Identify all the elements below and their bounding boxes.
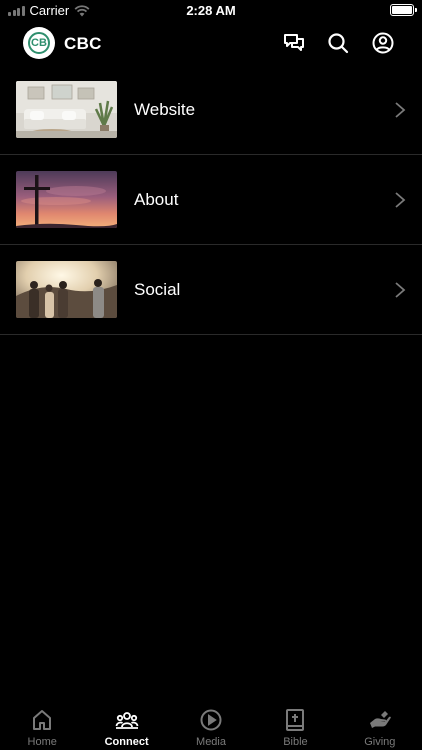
tab-label: Connect	[104, 736, 149, 748]
battery-icon	[390, 4, 417, 16]
list-item-label: About	[134, 190, 179, 209]
bible-icon	[286, 709, 305, 731]
search-button[interactable]	[326, 31, 350, 55]
logo-letters: CB	[28, 32, 50, 54]
tab-label: Media	[196, 736, 226, 748]
tab-giving[interactable]: Giving	[338, 700, 422, 750]
connect-list: Website About Social	[0, 65, 422, 335]
status-time: 2:28 AM	[186, 3, 236, 18]
church-logo[interactable]: CB	[23, 27, 55, 59]
app-header: CB CBC	[0, 26, 422, 62]
people-icon	[115, 712, 139, 729]
home-icon	[33, 710, 52, 730]
giving-hand-icon	[369, 711, 391, 728]
tab-home[interactable]: Home	[0, 700, 84, 750]
play-icon	[200, 709, 222, 731]
list-item-about[interactable]: About	[0, 155, 422, 245]
tab-bar: Home Connect Media Bible Giving	[0, 700, 422, 750]
cross-sunset-photo	[16, 171, 117, 228]
list-item-label: Social	[134, 280, 181, 299]
tab-media[interactable]: Media	[169, 700, 253, 750]
living-room-photo	[16, 81, 117, 138]
search-icon	[328, 33, 349, 54]
list-item-social[interactable]: Social	[0, 245, 422, 335]
tab-label: Giving	[364, 736, 396, 748]
list-item-label: Website	[134, 100, 196, 119]
account-button[interactable]	[371, 31, 395, 55]
status-bar: Carrier 2:28 AM	[0, 0, 422, 22]
tab-connect[interactable]: Connect	[84, 700, 168, 750]
list-item-website[interactable]: Website	[0, 65, 422, 155]
chat-button[interactable]	[282, 31, 306, 55]
chevron-right-icon	[394, 101, 406, 119]
chat-icon	[284, 34, 304, 51]
app-title: CBC	[64, 34, 102, 53]
group-people-photo	[16, 261, 117, 318]
tab-label: Bible	[283, 736, 308, 748]
tab-bible[interactable]: Bible	[253, 700, 337, 750]
chevron-right-icon	[394, 191, 406, 209]
chevron-right-icon	[394, 281, 406, 299]
tab-label: Home	[27, 736, 57, 748]
account-icon	[372, 32, 394, 54]
